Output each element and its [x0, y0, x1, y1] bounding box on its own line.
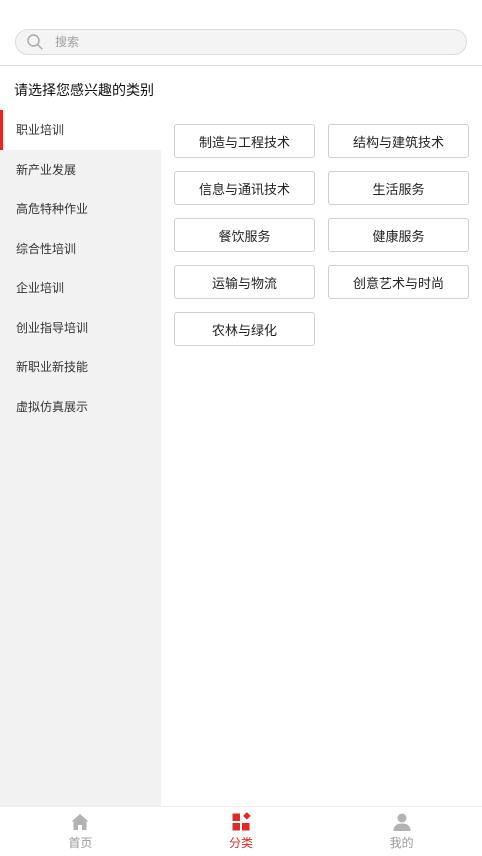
category-button[interactable]: 餐饮服务	[174, 218, 315, 252]
category-button[interactable]: 创意艺术与时尚	[328, 265, 469, 299]
sidebar-item-label: 创业指导培训	[16, 320, 89, 335]
search-input[interactable]	[55, 35, 435, 49]
sidebar-item-new-skills[interactable]: 新职业新技能	[0, 347, 161, 387]
category-button[interactable]: 运输与物流	[174, 265, 315, 299]
sidebar-item-label: 职业培训	[16, 123, 65, 138]
home-icon	[71, 814, 89, 830]
tab-label: 我的	[389, 836, 414, 850]
tab-label: 分类	[229, 836, 254, 850]
sidebar-item-label: 新产业发展	[16, 162, 77, 177]
category-button[interactable]: 信息与通讯技术	[174, 171, 315, 205]
category-icon	[232, 812, 251, 831]
sidebar-item-comprehensive-training[interactable]: 综合性培训	[0, 229, 161, 269]
sidebar-item-label: 企业培训	[16, 281, 65, 296]
user-icon	[393, 813, 411, 831]
sidebar-item-high-risk-operations[interactable]: 高危特种作业	[0, 189, 161, 229]
sidebar-item-virtual-simulation[interactable]: 虚拟仿真展示	[0, 387, 161, 427]
sidebar-item-entrepreneurship-training[interactable]: 创业指导培训	[0, 308, 161, 348]
category-button[interactable]: 制造与工程技术	[174, 124, 315, 158]
sidebar-item-label: 新职业新技能	[16, 360, 89, 375]
bottom-tab-bar: 首页 分类 我的	[0, 806, 482, 856]
sidebar-item-new-industry[interactable]: 新产业发展	[0, 150, 161, 190]
tab-profile[interactable]: 我的	[321, 807, 482, 856]
sidebar-item-label: 综合性培训	[16, 241, 77, 256]
page-title: 请选择您感兴趣的类别	[14, 83, 154, 99]
tab-category[interactable]: 分类	[161, 807, 322, 856]
tab-label: 首页	[68, 836, 93, 850]
search-bar[interactable]	[15, 29, 467, 55]
category-button[interactable]: 健康服务	[328, 218, 469, 252]
category-button[interactable]: 结构与建筑技术	[328, 124, 469, 158]
category-grid: 制造与工程技术 结构与建筑技术 信息与通讯技术 生活服务 餐饮服务 健康服务 运…	[174, 124, 470, 346]
sidebar-item-enterprise-training[interactable]: 企业培训	[0, 268, 161, 308]
category-button[interactable]: 生活服务	[328, 171, 469, 205]
category-button[interactable]: 农林与绿化	[174, 312, 315, 346]
sidebar-item-label: 高危特种作业	[16, 202, 89, 217]
search-icon	[25, 32, 45, 52]
sidebar-item-label: 虚拟仿真展示	[16, 399, 89, 414]
top-bar	[0, 0, 482, 66]
sidebar: 职业培训 新产业发展 高危特种作业 综合性培训 企业培训 创业指导培训 新职业新…	[0, 110, 161, 806]
sidebar-item-vocational-training[interactable]: 职业培训	[0, 110, 161, 150]
tab-home[interactable]: 首页	[0, 807, 161, 856]
